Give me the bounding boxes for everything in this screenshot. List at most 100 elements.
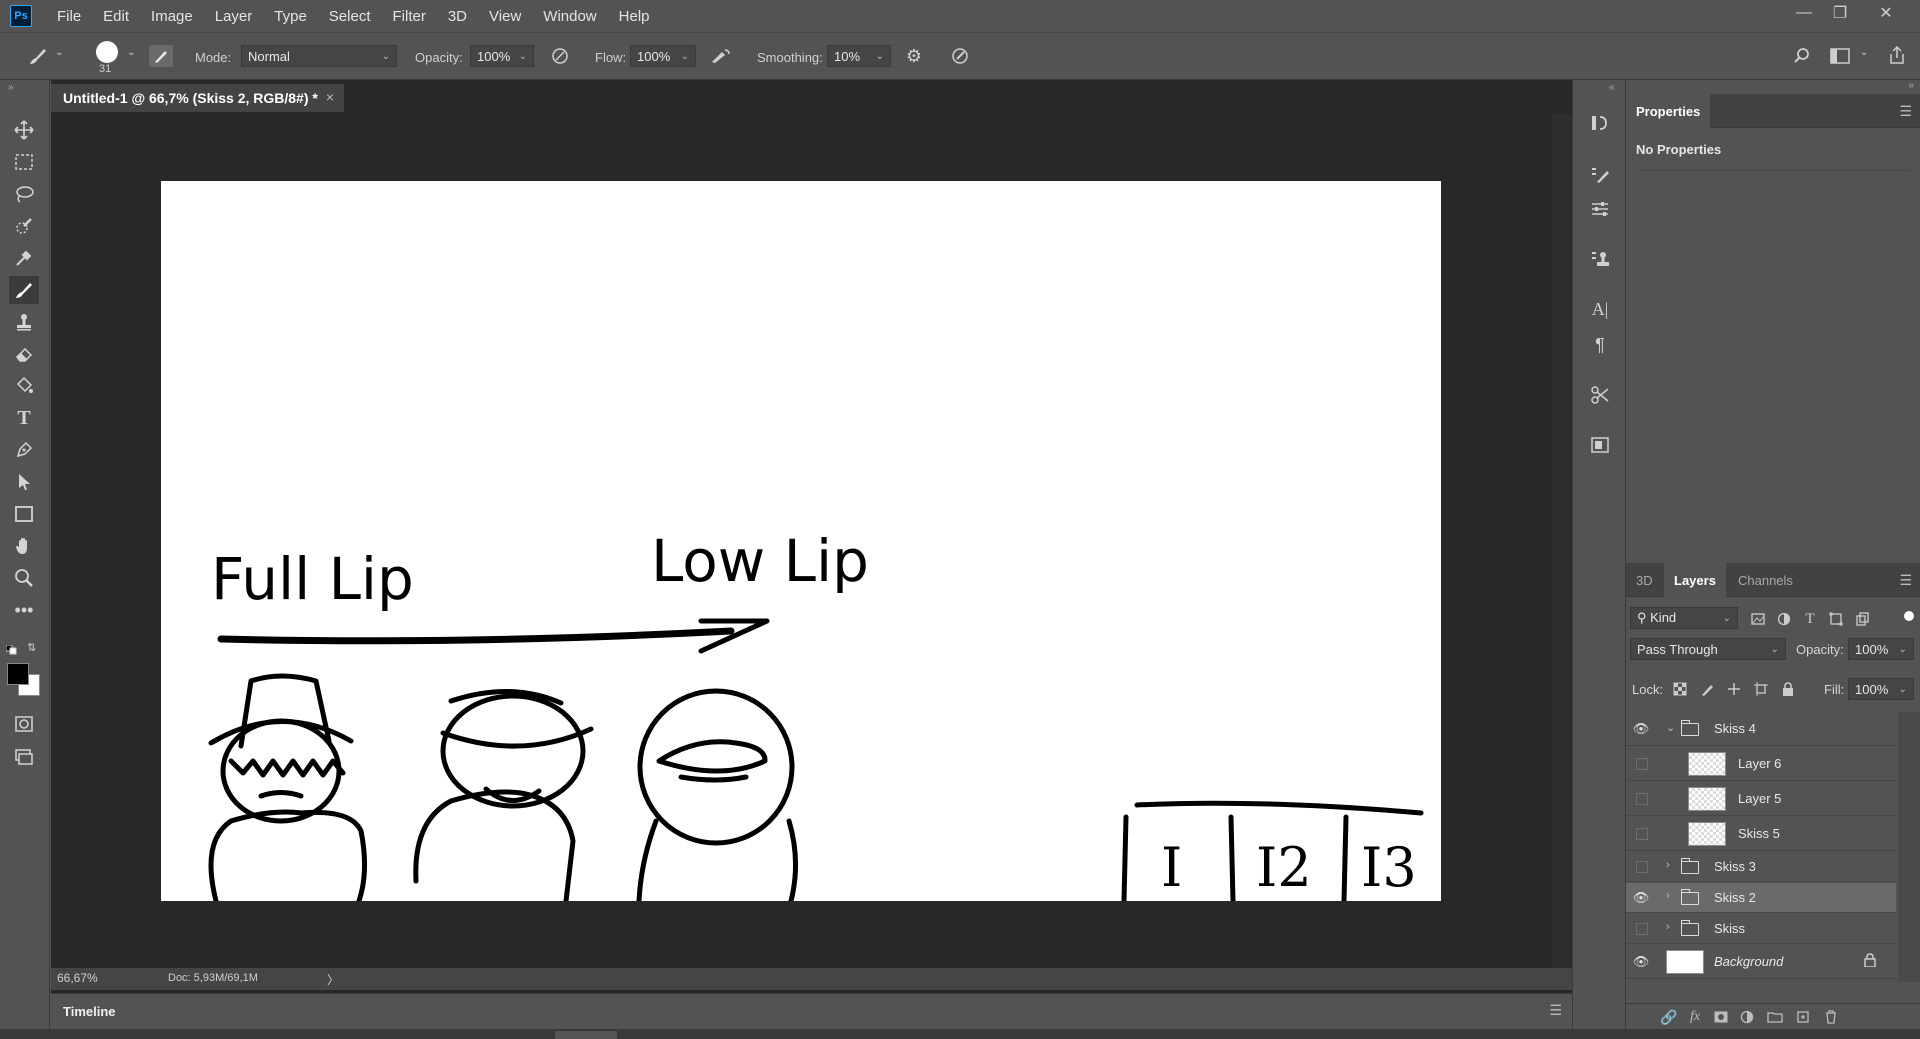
eye-icon[interactable]: 👁 <box>1632 953 1650 971</box>
layer-row-skiss-5[interactable]: Skiss 5 <box>1626 817 1896 851</box>
visibility-toggle[interactable] <box>1636 923 1648 935</box>
stamp-tool-icon[interactable] <box>9 308 39 336</box>
hand-tool-icon[interactable] <box>9 532 39 560</box>
layers-scrollbar[interactable] <box>1898 712 1920 982</box>
path-selection-tool-icon[interactable] <box>9 468 39 496</box>
brush-size-preview[interactable] <box>96 41 118 63</box>
fill-field[interactable]: 100% ⌄ <box>1848 678 1914 700</box>
move-tool-icon[interactable] <box>9 116 39 144</box>
libraries-icon[interactable] <box>1585 430 1615 460</box>
tool-presets-icon[interactable] <box>1585 380 1615 410</box>
fx-icon[interactable]: fx <box>1684 1008 1706 1026</box>
menu-view[interactable]: View <box>478 8 532 25</box>
mode-select[interactable]: Normal ⌄ <box>241 45 397 67</box>
lasso-tool-icon[interactable] <box>9 180 39 208</box>
chevron-down-icon[interactable]: ⌄ <box>1860 47 1868 58</box>
menu-filter[interactable]: Filter <box>382 8 437 25</box>
paragraph-icon[interactable]: ¶ <box>1585 330 1615 360</box>
marquee-tool-icon[interactable] <box>9 148 39 176</box>
adjustments-icon[interactable] <box>1585 194 1615 224</box>
more-tools-icon[interactable]: ••• <box>9 596 39 624</box>
chevron-down-icon[interactable]: ⌄ <box>127 47 135 58</box>
collapse-icon[interactable]: » <box>8 82 14 93</box>
pen-tool-icon[interactable] <box>9 436 39 464</box>
chevron-right-icon[interactable]: › <box>1666 921 1670 933</box>
default-colors-icon[interactable] <box>5 643 18 655</box>
chevron-down-icon[interactable]: ⌄ <box>1666 721 1675 734</box>
minimize-icon[interactable]: — <box>1786 0 1822 26</box>
layer-row-background[interactable]: 👁 Background <box>1626 945 1896 979</box>
panel-menu-icon[interactable]: ☰ <box>1549 1002 1562 1019</box>
lock-artboard-icon[interactable] <box>1751 679 1771 699</box>
eye-icon[interactable]: 👁 <box>1632 889 1650 907</box>
close-window-icon[interactable]: ✕ <box>1868 0 1904 26</box>
zoom-level[interactable]: 66,67% <box>57 971 98 985</box>
new-group-icon[interactable] <box>1764 1008 1786 1026</box>
timeline-tab[interactable]: Timeline <box>63 1004 116 1019</box>
layer-row-layer-5[interactable]: Layer 5 <box>1626 782 1896 816</box>
lock-all-icon[interactable] <box>1778 679 1798 699</box>
tab-channels[interactable]: Channels <box>1728 563 1803 597</box>
panel-menu-icon[interactable]: ☰ <box>1899 103 1912 120</box>
visibility-toggle[interactable] <box>1636 758 1648 770</box>
zoom-tool-icon[interactable] <box>9 564 39 592</box>
workspace-icon[interactable] <box>1827 45 1853 67</box>
smoothing-field[interactable]: 10% ⌄ <box>827 45 891 67</box>
airbrush-icon[interactable] <box>708 45 734 67</box>
panel-menu-icon[interactable]: ☰ <box>1899 572 1912 589</box>
filter-shape-icon[interactable] <box>1826 609 1846 629</box>
eraser-tool-icon[interactable] <box>9 340 39 368</box>
close-icon[interactable]: × <box>326 89 334 105</box>
link-layers-icon[interactable]: 🔗 <box>1658 1008 1680 1026</box>
lock-position-icon[interactable] <box>1724 679 1744 699</box>
filter-smart-object-icon[interactable] <box>1852 609 1872 629</box>
quick-mask-icon[interactable] <box>9 710 39 738</box>
menu-3d[interactable]: 3D <box>437 8 478 25</box>
visibility-toggle[interactable] <box>1636 828 1648 840</box>
collapse-icon[interactable]: « <box>1609 82 1615 93</box>
brush-preset-icon[interactable] <box>24 43 52 69</box>
status-menu-icon[interactable]: 〉 <box>327 971 339 988</box>
canvas[interactable]: Full Lip Low Lip I I2 I3 <box>161 181 1441 904</box>
search-icon[interactable] <box>1790 45 1814 67</box>
layer-row-skiss-2[interactable]: 👁 › Skiss 2 <box>1626 883 1896 913</box>
filter-type-icon[interactable]: T <box>1800 609 1820 629</box>
screen-mode-icon[interactable] <box>9 743 39 771</box>
trash-icon[interactable] <box>1820 1008 1842 1026</box>
blend-mode-select[interactable]: Pass Through ⌄ <box>1630 638 1786 660</box>
pressure-size-icon[interactable] <box>948 45 972 67</box>
layer-row-skiss[interactable]: › Skiss <box>1626 914 1896 944</box>
type-tool-icon[interactable]: T <box>9 404 39 432</box>
menu-edit[interactable]: Edit <box>92 8 140 25</box>
eye-icon[interactable]: 👁 <box>1632 720 1650 738</box>
visibility-toggle[interactable] <box>1636 793 1648 805</box>
menu-window[interactable]: Window <box>532 8 607 25</box>
layer-row-layer-6[interactable]: Layer 6 <box>1626 747 1896 781</box>
menu-layer[interactable]: Layer <box>204 8 264 25</box>
vertical-scrollbar[interactable] <box>1552 115 1572 968</box>
new-layer-icon[interactable] <box>1792 1008 1814 1026</box>
menu-file[interactable]: File <box>46 8 92 25</box>
layer-row-skiss-3[interactable]: › Skiss 3 <box>1626 852 1896 882</box>
filter-toggle[interactable] <box>1904 611 1914 621</box>
tab-properties[interactable]: Properties <box>1626 94 1711 128</box>
visibility-toggle[interactable] <box>1636 861 1648 873</box>
filter-adjustment-icon[interactable] <box>1774 609 1794 629</box>
clone-source-icon[interactable] <box>1585 244 1615 274</box>
pressure-opacity-icon[interactable] <box>548 45 572 67</box>
chevron-right-icon[interactable]: › <box>1666 859 1670 871</box>
eyedropper-tool-icon[interactable] <box>9 244 39 272</box>
filter-kind-select[interactable]: ⚲ Kind ⌄ <box>1630 607 1738 629</box>
layer-opacity-field[interactable]: 100% ⌄ <box>1848 638 1914 660</box>
chevron-right-icon[interactable]: › <box>1666 890 1670 902</box>
quick-selection-tool-icon[interactable] <box>9 212 39 240</box>
swap-colors-icon[interactable]: ⇅ <box>27 641 36 654</box>
paint-bucket-tool-icon[interactable] <box>9 372 39 400</box>
history-icon[interactable] <box>1585 108 1615 138</box>
character-icon[interactable]: A| <box>1585 294 1615 324</box>
opacity-field[interactable]: 100% ⌄ <box>470 45 534 67</box>
foreground-color-swatch[interactable] <box>7 663 29 685</box>
add-mask-icon[interactable] <box>1710 1008 1732 1026</box>
chevron-down-icon[interactable]: ⌄ <box>55 47 63 58</box>
filter-pixel-icon[interactable] <box>1748 609 1768 629</box>
